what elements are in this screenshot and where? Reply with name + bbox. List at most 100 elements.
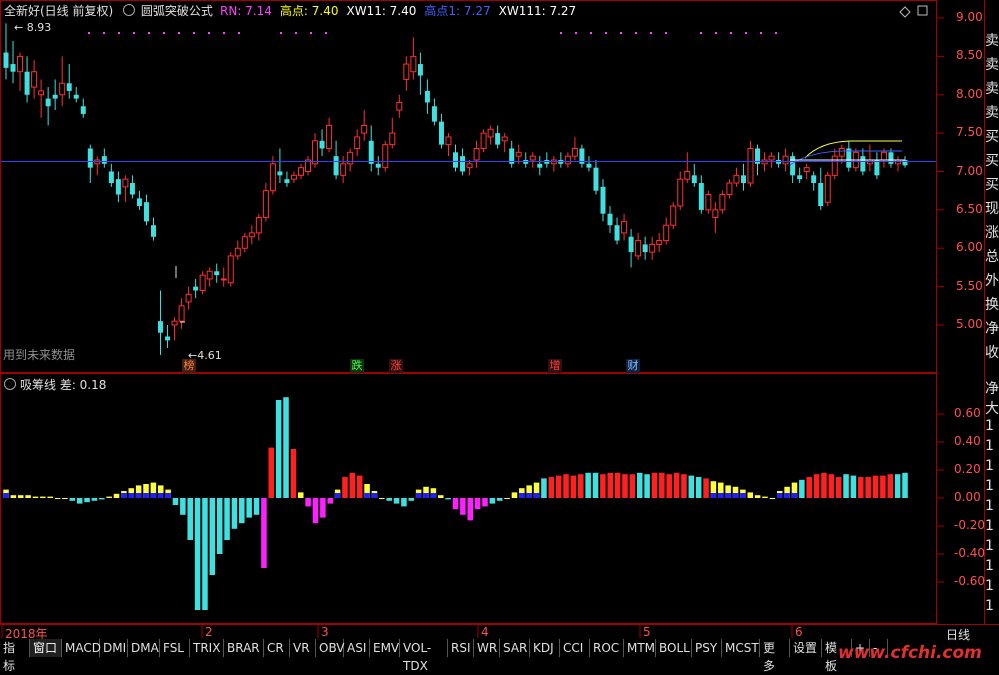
histogram-bar-base [430,493,437,498]
candle [333,140,339,180]
sub-toggle-icon[interactable] [4,378,16,390]
histogram-bar [224,498,230,540]
event-marker[interactable]: 财 [626,359,640,373]
toolbar-item[interactable]: 更多 [760,639,790,673]
histogram-bar [25,495,31,498]
event-marker[interactable]: 榜 [182,359,196,373]
toolbar-item[interactable]: CCI [560,639,590,657]
panel-value: 1 [985,518,994,534]
candle [424,79,430,114]
price-label: 6.00 [956,240,983,255]
histogram-bar [194,498,201,610]
candle [199,271,206,295]
candle [593,159,599,195]
signal-dot [88,32,90,34]
event-marker[interactable]: 跌 [350,359,364,373]
toolbar-item[interactable]: 指标 [0,639,30,673]
toolbar-item[interactable]: EMV [370,639,400,657]
toolbar-item[interactable]: 窗口 [30,639,62,657]
toolbar-item[interactable]: DMI [100,639,128,657]
signal-dot [295,32,297,34]
histogram-bar-base [150,493,157,498]
candle [733,167,740,187]
toolbar-item[interactable]: BOLL [656,639,692,657]
histogram-bar [555,475,562,498]
signal-dot [310,32,312,34]
toolbar-item[interactable]: SAR [500,639,530,657]
diamond-icon[interactable] [899,6,911,18]
histogram-bar [563,474,569,498]
indicator-value: RN: 7.14 [220,4,272,18]
event-marker[interactable]: 涨 [389,359,403,373]
window-restore-icon[interactable] [917,5,928,16]
toolbar-item[interactable]: KDJ [530,639,560,657]
histogram-bar [504,498,510,499]
toolbar-item[interactable]: CR [264,639,290,657]
panel-value: 大 [985,401,999,417]
sub-axis-label: 0.00 [954,490,981,504]
panel-value: 1 [985,418,994,434]
signal-dot [635,32,637,34]
histogram-bar [548,477,555,498]
histogram-bar-base [791,493,798,498]
formula-toggle-icon[interactable] [123,4,136,16]
time-label: 5 [643,625,651,639]
toolbar-item[interactable]: ASI [344,639,370,657]
candle [649,236,656,260]
candle [558,152,564,168]
candle [831,148,838,180]
toolbar-item[interactable]: DMA [128,639,160,657]
candle [143,194,149,226]
histogram-bar [76,498,83,504]
candle [31,60,38,99]
event-marker[interactable]: 增 [548,359,562,373]
signal-dot [775,32,777,34]
candle [453,144,458,172]
toolbar-item[interactable]: VOL-TDX [400,639,448,673]
indicator-values: RN: 7.14 高点: 7.40 XW11: 7.40 高点1: 7.27 XW111… [220,2,584,19]
toolbar-item[interactable]: 设置 [790,639,822,657]
toolbar-item[interactable]: FSL [160,639,190,657]
toolbar-item[interactable]: MTM [624,639,656,657]
toolbar-item[interactable]: VR [290,639,316,657]
candle [431,98,437,126]
toolbar-item[interactable]: OBV [316,639,345,657]
histogram-bar-base [533,493,540,498]
candle [684,152,691,184]
toolbar-item[interactable]: RSI [448,639,474,657]
histogram-bar-base [732,493,739,498]
toolbar-item[interactable]: PSY [692,639,722,657]
toolbar-item[interactable]: TRIX [190,639,224,657]
price-label: 8.50 [956,48,983,63]
signal-dot [605,32,607,34]
histogram-bar [47,496,53,498]
histogram-bar [32,496,39,498]
toolbar-item[interactable]: MCST [722,639,760,657]
histogram-bar-base [776,493,783,498]
histogram-bar [754,495,761,498]
histogram-bar [40,496,46,498]
candle [66,64,72,99]
signal-dot [700,32,702,34]
period-button[interactable]: 日线 [946,626,970,643]
toolbar-item[interactable]: WR [474,639,500,657]
toolbar-item[interactable]: BRAR [224,639,264,657]
candle [115,171,121,203]
toolbar-item[interactable]: ROC [590,639,624,657]
formula-name[interactable]: 圆弧突破公式 [141,4,213,18]
panel-label: 总 [985,249,999,265]
candle [122,175,129,203]
candle [480,129,487,153]
candle [712,202,719,233]
candle [663,217,670,245]
candle [846,140,852,172]
panel-value: 1 [985,458,994,474]
toolbar-item[interactable]: MACD [62,639,101,657]
signal-dot [665,32,667,34]
histogram-bar [821,472,827,498]
histogram-bar-base [519,493,525,498]
candle [579,144,585,168]
candle [52,79,58,111]
panel-label: 涨 [985,225,999,241]
histogram-bar [342,477,348,498]
